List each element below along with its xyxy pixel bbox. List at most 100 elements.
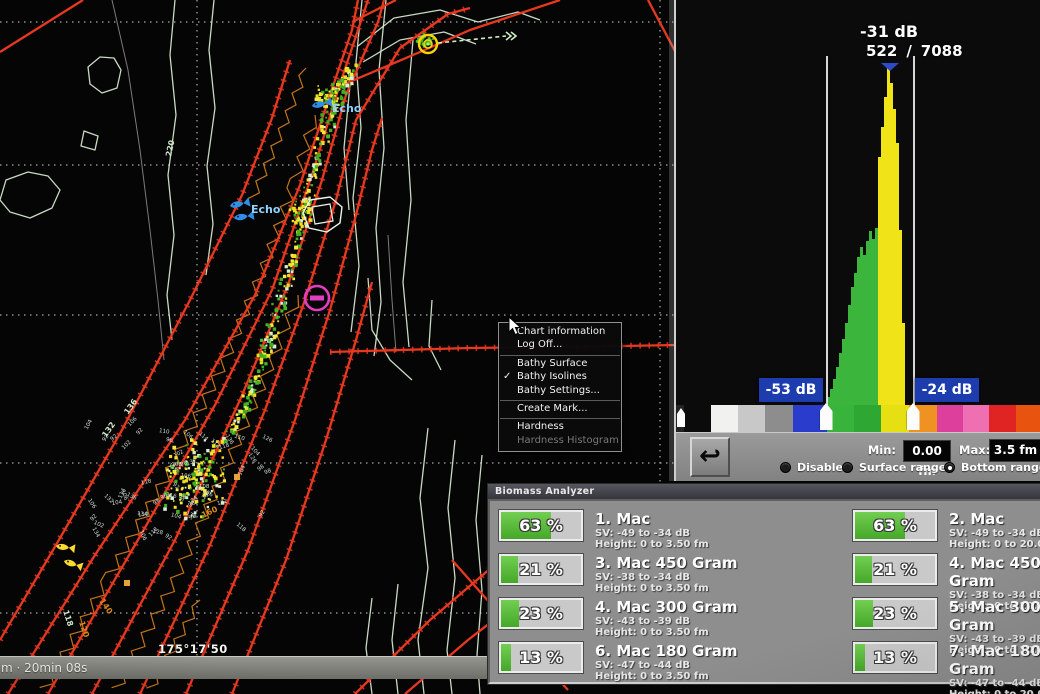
fish-mark-dot xyxy=(320,118,324,122)
menu-item-bathy-isolines[interactable]: ✓ Bathy Isolines xyxy=(499,371,621,384)
fish-mark-dot xyxy=(306,188,311,193)
fish-mark-dot xyxy=(264,338,267,342)
radio-dot-icon[interactable] xyxy=(944,462,955,473)
fish-mark-dot xyxy=(168,469,171,472)
fish-mark-dot xyxy=(258,381,261,385)
fish-mark-dot xyxy=(277,331,280,334)
species-name: 2. Mac xyxy=(949,510,1005,528)
fish-mark-dot xyxy=(290,259,294,263)
range-controls: ↩ Min: 0.00 fm Max: 3.5 fm Disable Surfac… xyxy=(676,432,1040,481)
fish-mark-dot xyxy=(204,457,209,461)
species-name: 6. Mac 180 Gram xyxy=(595,642,738,660)
fish-mark-dot xyxy=(192,450,196,455)
vessel-track xyxy=(0,0,84,53)
fish-mark-dot xyxy=(246,395,250,400)
fish-mark-dot xyxy=(261,365,265,369)
color-scale-segment xyxy=(711,405,738,432)
fish-icon xyxy=(56,543,76,554)
fish-mark-dot xyxy=(327,140,330,143)
fish-mark-dot xyxy=(287,274,291,278)
menu-item-bathy-settings[interactable]: Bathy Settings... xyxy=(499,385,621,398)
percent-bar: 21 % xyxy=(853,554,937,585)
menu-item-create-mark[interactable]: Create Mark... xyxy=(499,403,621,416)
fish-mark-dot xyxy=(242,409,247,414)
fish-mark-dot xyxy=(263,354,268,359)
fish-mark-dot xyxy=(266,335,269,339)
fish-mark-dot xyxy=(248,379,253,383)
fish-mark-dot xyxy=(234,428,237,431)
fish-mark-dot xyxy=(314,165,319,169)
min-depth-field[interactable]: 0.00 fm xyxy=(903,440,951,478)
species-name: 4. Mac 450 Gram xyxy=(949,554,1040,590)
fish-mark-dot xyxy=(315,137,320,141)
percent-bar: 13 % xyxy=(853,642,937,673)
menu-item-log-off[interactable]: Log Off... xyxy=(499,339,621,352)
menu-item-bathy-surface[interactable]: Bathy Surface xyxy=(499,358,621,371)
depth-contour xyxy=(205,0,216,276)
fish-mark-dot xyxy=(354,63,358,67)
fish-mark-dot xyxy=(260,338,264,342)
fish-mark-dot xyxy=(222,468,225,471)
fish-mark-dot xyxy=(320,124,324,129)
fish-mark-dot xyxy=(278,282,282,286)
marker-triangle-icon xyxy=(881,63,899,71)
fish-mark-dot xyxy=(170,487,173,490)
fish-mark-dot xyxy=(243,402,247,406)
fish-mark-dot xyxy=(314,176,318,179)
fish-mark-dot xyxy=(185,444,188,447)
fish-mark-dot xyxy=(254,388,257,391)
radio-label: Surface range xyxy=(859,461,947,474)
fish-mark-dot xyxy=(256,369,261,374)
biomass-row: 23 % 5. Mac 300 Gram SV: -43 to -39 dB Heig… xyxy=(853,598,1040,656)
fish-mark-dot xyxy=(233,419,237,423)
histogram-bars xyxy=(676,0,1040,405)
fish-mark-dot xyxy=(259,357,264,361)
heading-arrowhead-icon xyxy=(505,31,513,41)
fish-mark-dot xyxy=(221,456,224,459)
fish-mark-dot xyxy=(250,401,253,404)
fish-mark-dot xyxy=(195,470,199,474)
percent-value: 63 % xyxy=(873,516,917,535)
fish-mark-dot xyxy=(319,142,322,146)
color-scale-segment xyxy=(854,405,881,432)
radio-disable[interactable]: Disable xyxy=(780,461,843,474)
depth-contour xyxy=(80,130,99,151)
species-name: 1. Mac xyxy=(595,510,651,528)
fish-mark-dot xyxy=(329,94,332,97)
radio-dot-icon[interactable] xyxy=(842,462,853,473)
fish-mark-dot xyxy=(230,429,234,433)
sounding-number: 118 xyxy=(141,478,153,486)
window-title-bar[interactable]: Biomass Analyzer xyxy=(488,484,1040,499)
percent-value: 21 % xyxy=(519,560,563,579)
depth-contour xyxy=(428,299,442,371)
radio-surface-range[interactable]: Surface range xyxy=(842,461,946,474)
longitude-label: 175°17'50 xyxy=(158,642,228,656)
hardness-zigzag-line xyxy=(39,114,318,689)
percent-value: 13 % xyxy=(519,648,563,667)
fish-mark-dot xyxy=(203,467,206,470)
radio-dot-icon[interactable] xyxy=(780,462,791,473)
sounding-number: 110 xyxy=(159,428,171,435)
fish-mark-dot xyxy=(201,463,204,466)
fish-mark-dot xyxy=(323,95,327,98)
fish-mark-dot xyxy=(194,467,197,470)
species-labels: 2. MacSV: -49 to -34 dBHeight: 0 to 20.0… xyxy=(949,510,1040,554)
max-label: Max: xyxy=(959,443,991,457)
fish-mark-dot xyxy=(261,350,264,353)
percent-value: 63 % xyxy=(519,516,563,535)
fish-mark-dot xyxy=(304,210,307,214)
biomass-row: 63 % 1. Mac SV: -49 to -34 dB Height: 0 to … xyxy=(499,510,853,554)
fish-mark-dot xyxy=(331,96,335,100)
sv-color-scale[interactable] xyxy=(676,405,1040,432)
fish-mark-dot xyxy=(283,306,288,311)
max-depth-field[interactable]: 3.5 fm xyxy=(989,439,1040,462)
fish-mark-dot xyxy=(197,463,200,466)
fish-mark-dot xyxy=(290,284,293,287)
fish-mark-dot xyxy=(225,430,228,433)
menu-item-hardness[interactable]: Hardness xyxy=(499,421,621,434)
back-button[interactable]: ↩ xyxy=(690,437,730,477)
fish-mark-dot xyxy=(271,312,274,315)
radio-bottom-range[interactable]: Bottom range xyxy=(944,461,1040,474)
percent-value: 23 % xyxy=(519,604,563,623)
chart-marker-square xyxy=(124,580,130,586)
